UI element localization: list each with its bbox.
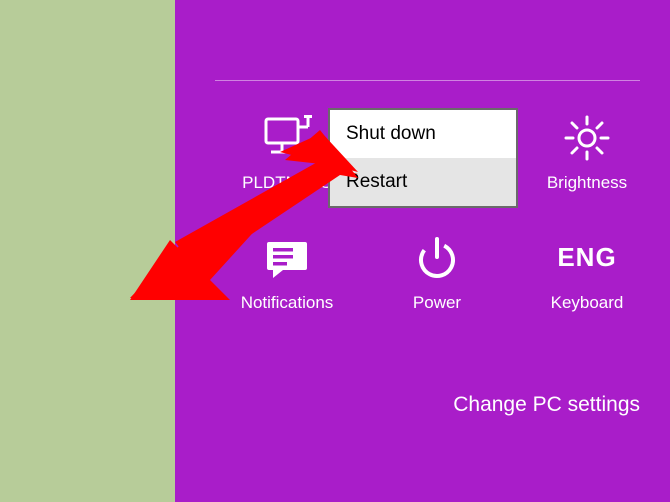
- notifications-icon: [263, 230, 311, 285]
- brightness-tile[interactable]: Brightness: [527, 110, 647, 193]
- shutdown-menu-item[interactable]: Shut down: [330, 110, 516, 158]
- settings-tiles-row-2: Notifications Power ENG Keyboard: [227, 230, 647, 313]
- power-popup-menu: Shut down Restart: [328, 108, 518, 208]
- brightness-label: Brightness: [547, 173, 627, 193]
- notifications-label: Notifications: [241, 293, 334, 313]
- change-pc-settings-link[interactable]: Change PC settings: [453, 393, 640, 417]
- network-label: PLDTMyDS: [242, 173, 332, 193]
- keyboard-lang-icon: ENG: [557, 230, 616, 285]
- keyboard-lang-text: ENG: [557, 242, 616, 273]
- network-icon: [261, 110, 313, 165]
- keyboard-label: Keyboard: [551, 293, 624, 313]
- power-icon: [414, 230, 460, 285]
- charms-settings-panel: PLDTMyDS: [175, 0, 670, 502]
- notifications-tile[interactable]: Notifications: [227, 230, 347, 313]
- brightness-icon: [562, 110, 612, 165]
- divider: [215, 80, 640, 81]
- power-tile[interactable]: Power: [377, 230, 497, 313]
- power-label: Power: [413, 293, 461, 313]
- keyboard-tile[interactable]: ENG Keyboard: [527, 230, 647, 313]
- restart-menu-item[interactable]: Restart: [330, 158, 516, 206]
